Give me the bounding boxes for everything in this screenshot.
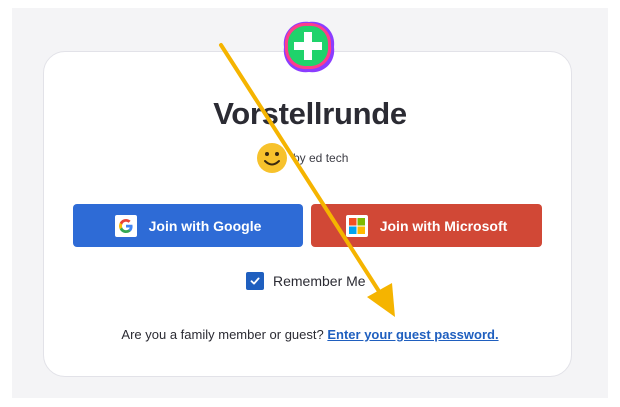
google-g-icon — [114, 214, 137, 237]
remember-me-checkbox[interactable] — [246, 272, 264, 290]
guest-prompt-text: Are you a family member or guest? — [121, 327, 324, 342]
join-with-google-button[interactable]: Join with Google — [73, 204, 303, 247]
smiley-face-icon — [257, 143, 287, 173]
join-with-microsoft-label: Join with Microsoft — [379, 217, 508, 234]
join-with-google-label: Join with Google — [148, 217, 262, 234]
guest-prompt: Are you a family member or guest? Enter … — [0, 327, 620, 342]
byline: by ed tech — [255, 141, 348, 175]
remember-me-label: Remember Me — [273, 273, 366, 289]
byline-text: by ed tech — [293, 151, 349, 165]
guest-password-link[interactable]: Enter your guest password. — [327, 327, 498, 342]
microsoft-windows-icon — [345, 214, 368, 237]
remember-me-control[interactable]: Remember Me — [246, 270, 366, 292]
join-with-microsoft-button[interactable]: Join with Microsoft — [311, 204, 542, 247]
checkmark-icon — [250, 277, 260, 285]
page-title: Vorstellrunde — [213, 96, 407, 131]
flip-logo-icon — [283, 21, 335, 73]
